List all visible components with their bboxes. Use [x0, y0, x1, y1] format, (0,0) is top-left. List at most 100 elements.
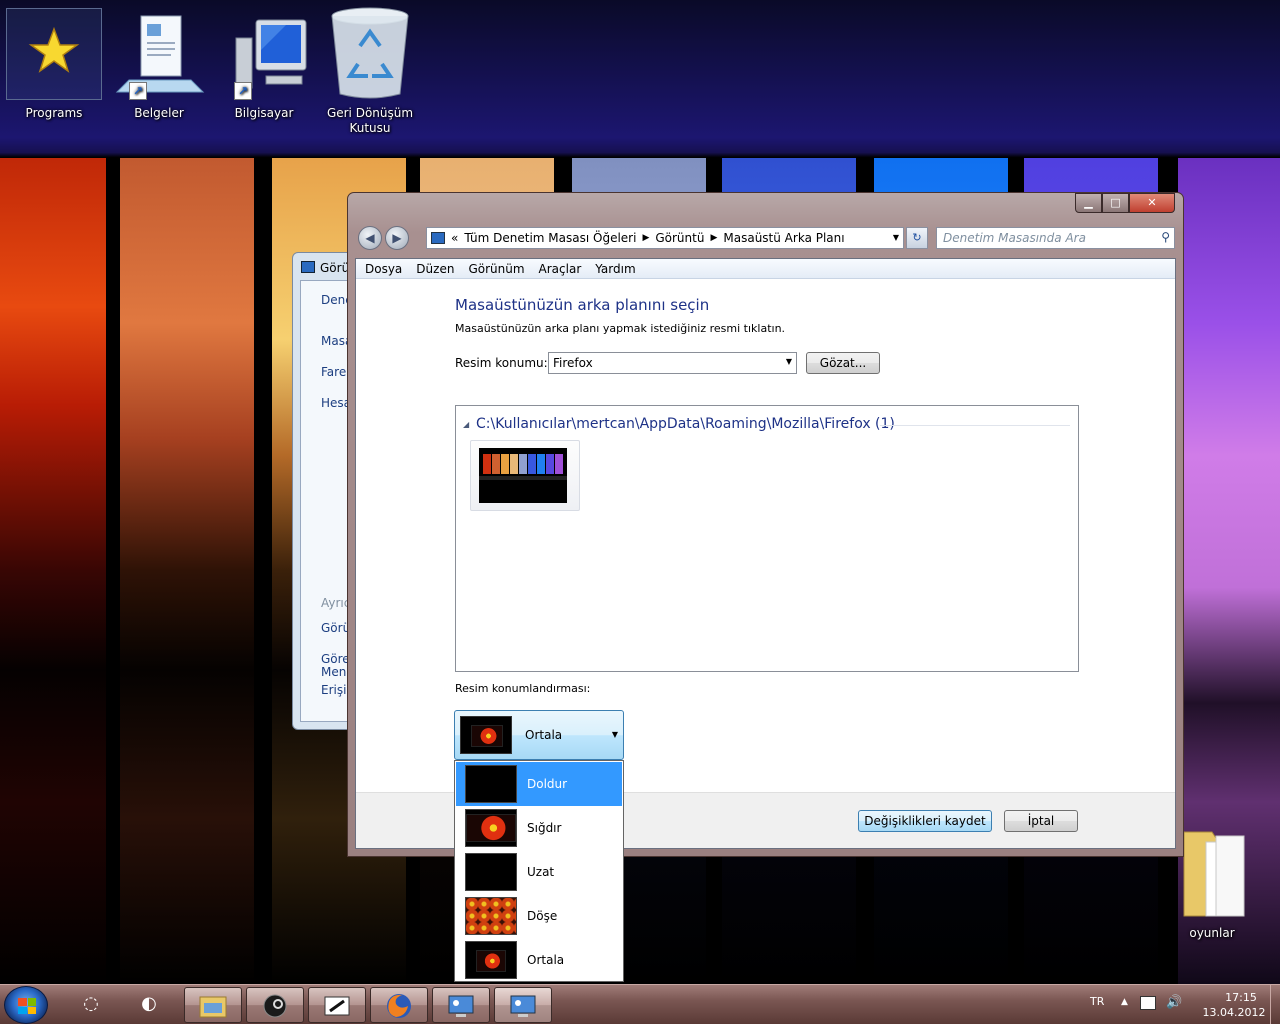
taskbar-firefox-icon[interactable]	[370, 987, 428, 1023]
save-changes-button[interactable]: Değişiklikleri kaydet	[858, 810, 992, 832]
shortcut-arrow-icon: ↗	[129, 82, 147, 100]
wallpaper-strip	[0, 158, 106, 984]
position-option-label: Ortala	[527, 953, 565, 967]
folder-icon	[1180, 824, 1245, 920]
minimize-button[interactable]: ▁	[1075, 193, 1102, 213]
position-option-tile[interactable]: Döşe	[456, 894, 622, 938]
navigation-bar: ◀ ▶ « Tüm Denetim Masası Öğeleri ▶ Görün…	[356, 226, 1175, 252]
clock-time[interactable]: 17:15	[1213, 991, 1269, 1004]
breadcrumb-separator-icon[interactable]: ▶	[710, 233, 717, 243]
breadcrumb-separator-icon[interactable]: ▶	[642, 233, 649, 243]
position-option-center[interactable]: Ortala	[456, 938, 622, 982]
menu-araclar[interactable]: Araçlar	[532, 262, 589, 276]
desktop-icon-label: Bilgisayar	[234, 106, 294, 120]
group-header[interactable]: C:\Kullanıcılar\mertcan\AppData\Roaming\…	[476, 416, 895, 432]
cancel-button[interactable]: İptal	[1004, 810, 1078, 832]
taskbar-control-panel-active-icon[interactable]	[494, 987, 552, 1023]
position-option-stretch[interactable]: Uzat	[456, 850, 622, 894]
recycle-bin-icon	[331, 6, 409, 100]
address-bar[interactable]: « Tüm Denetim Masası Öğeleri ▶ Görüntü ▶…	[426, 227, 904, 249]
menu-dosya[interactable]: Dosya	[358, 262, 409, 276]
control-panel-icon	[301, 261, 315, 273]
menu-bar: Dosya Düzen Görünüm Araçlar Yardım	[356, 259, 1175, 279]
breadcrumb-item[interactable]: Tüm Denetim Masası Öğeleri	[464, 231, 636, 245]
desktop-icon-computer[interactable]: ↗ Bilgisayar	[216, 10, 312, 121]
collapse-group-icon[interactable]: ◢	[463, 420, 469, 429]
wallpaper-strip	[120, 158, 254, 984]
background-window-content: Dene Masa Fare Hesa Ayrıc Görü Göre Menü…	[300, 280, 351, 722]
search-input[interactable]: Denetim Masasında Ara ⚲	[936, 227, 1175, 249]
chevron-down-icon: ▼	[611, 730, 618, 739]
picture-position-value: Ortala	[525, 728, 563, 742]
picture-thumbnail[interactable]	[470, 440, 580, 511]
background-window[interactable]: Görü Dene Masa Fare Hesa Ayrıc Görü Göre…	[292, 252, 352, 730]
position-option-label: Döşe	[527, 909, 558, 923]
breadcrumb-item[interactable]: Masaüstü Arka Planı	[723, 231, 844, 245]
window-controls: ▁ □ ✕	[1075, 193, 1175, 213]
desktop-icon-programs-label: Programs	[25, 106, 83, 120]
network-icon[interactable]	[1140, 996, 1156, 1010]
taskbar-explorer-icon[interactable]	[184, 987, 242, 1023]
documents-icon: ↗	[115, 10, 205, 100]
show-hidden-icons-icon[interactable]: ▲	[1121, 997, 1128, 1007]
taskbar-app-icon[interactable]	[308, 987, 366, 1023]
desktop-icon-recycle-bin[interactable]: Geri Dönüşüm Kutusu	[322, 6, 418, 136]
picture-position-dropdown[interactable]: Doldur Sığdır Uzat Döşe Ortala	[454, 760, 624, 982]
menu-gorunum[interactable]: Görünüm	[461, 262, 531, 276]
close-button[interactable]: ✕	[1129, 193, 1175, 213]
taskbar-app-circle-icon[interactable]: ◐	[120, 987, 178, 1023]
forward-arrow-icon: ▶	[392, 231, 402, 245]
chevron-down-icon: ▼	[785, 357, 792, 366]
windows-logo-icon	[18, 998, 36, 1014]
browse-button[interactable]: Gözat...	[806, 352, 880, 374]
taskbar-app-ring-icon[interactable]: ◌	[62, 987, 120, 1023]
show-desktop-button[interactable]	[1270, 985, 1280, 1024]
picture-position-label: Resim konumlandırması:	[455, 682, 591, 695]
refresh-icon: ↻	[912, 231, 922, 244]
desktop-icon-programs[interactable]	[6, 8, 102, 100]
breadcrumb-item[interactable]: Görüntü	[655, 231, 704, 245]
refresh-button[interactable]: ↻	[906, 227, 928, 249]
position-preview-image	[460, 716, 512, 754]
position-option-label: Uzat	[527, 865, 555, 879]
wallpaper-thumbnail-image	[479, 448, 567, 503]
desktop-icon-label-line2: Kutusu	[349, 121, 391, 135]
fill-preview-image	[465, 765, 517, 803]
maximize-button[interactable]: □	[1102, 193, 1129, 213]
control-panel-icon	[431, 232, 445, 244]
taskbar-control-panel-icon[interactable]	[432, 987, 490, 1023]
search-placeholder: Denetim Masasında Ara	[943, 231, 1086, 245]
volume-icon[interactable]: 🔊	[1166, 995, 1182, 1010]
stretch-preview-image	[465, 853, 517, 891]
picture-list[interactable]: ◢ C:\Kullanıcılar\mertcan\AppData\Roamin…	[455, 405, 1079, 672]
computer-icon: ↗	[232, 10, 307, 100]
picture-location-select[interactable]: Firefox ▼	[548, 352, 797, 374]
breadcrumb-prefix: «	[451, 231, 459, 245]
clock-date[interactable]: 13.04.2012	[1198, 1006, 1270, 1019]
page-subtitle: Masaüstünüzün arka planı yapmak istediği…	[455, 322, 786, 335]
fit-preview-image	[465, 809, 517, 847]
page-title: Masaüstünüzün arka planını seçin	[455, 296, 710, 314]
group-divider	[880, 425, 1070, 426]
address-dropdown-icon[interactable]: ▼	[893, 233, 899, 242]
forward-button[interactable]: ▶	[385, 226, 409, 250]
desktop-icon-label: Geri Dönüşüm	[326, 106, 414, 120]
search-icon[interactable]: ⚲	[1161, 230, 1170, 244]
shortcut-arrow-icon: ↗	[234, 82, 252, 100]
picture-position-select[interactable]: Ortala ▼	[454, 710, 624, 760]
taskbar-steam-icon[interactable]	[246, 987, 304, 1023]
star-icon	[22, 23, 86, 79]
position-option-label: Sığdır	[527, 821, 562, 835]
picture-location-value: Firefox	[553, 356, 593, 370]
position-option-fill[interactable]: Doldur	[456, 762, 622, 806]
desktop-icon-label: Belgeler	[134, 106, 184, 120]
desktop-icon-documents[interactable]: ↗ Belgeler	[111, 10, 207, 121]
menu-duzen[interactable]: Düzen	[409, 262, 461, 276]
tile-preview-image	[465, 897, 517, 935]
menu-yardim[interactable]: Yardım	[588, 262, 642, 276]
position-option-fit[interactable]: Sığdır	[456, 806, 622, 850]
back-button[interactable]: ◀	[358, 226, 382, 250]
start-button[interactable]	[4, 986, 48, 1024]
taskbar: ◌ ◐ TR ▲ 🔊 17:15 13.04.2012	[0, 984, 1280, 1024]
language-indicator[interactable]: TR	[1090, 995, 1104, 1008]
